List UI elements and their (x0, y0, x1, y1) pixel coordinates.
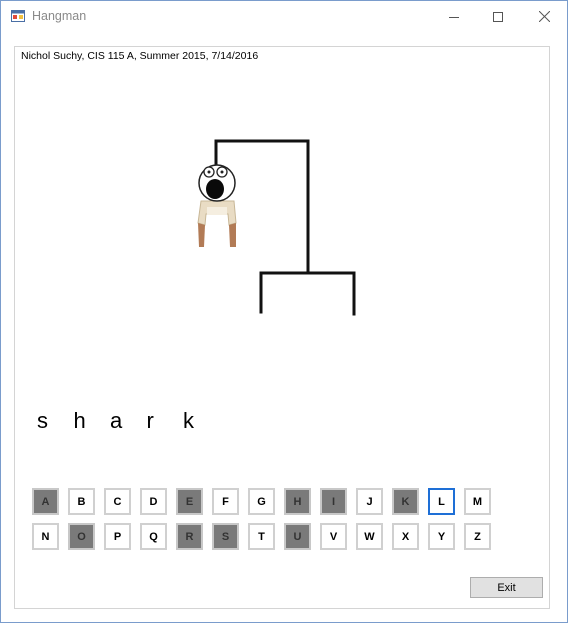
letter-button-i[interactable]: I (320, 488, 347, 515)
minimize-icon (449, 16, 459, 18)
letter-button-o[interactable]: O (68, 523, 95, 550)
title-bar[interactable]: Hangman (1, 1, 567, 32)
exit-button[interactable]: Exit (470, 577, 543, 598)
letter-button-p[interactable]: P (104, 523, 131, 550)
word-letter: h (73, 408, 86, 433)
close-button[interactable] (521, 1, 567, 32)
word-letter: s (37, 408, 48, 433)
letter-button-j[interactable]: J (356, 488, 383, 515)
word-letter: r (146, 408, 154, 433)
letter-button-s[interactable]: S (212, 523, 239, 550)
letter-button-c[interactable]: C (104, 488, 131, 515)
letter-button-u[interactable]: U (284, 523, 311, 550)
hangman-window: Hangman Nichol Suchy, CIS 115 A, Summer … (0, 0, 568, 623)
credit-label: Nichol Suchy, CIS 115 A, Summer 2015, 7/… (21, 50, 259, 62)
letter-button-l[interactable]: L (428, 488, 455, 515)
letter-button-z[interactable]: Z (464, 523, 491, 550)
letter-button-t[interactable]: T (248, 523, 275, 550)
letter-button-d[interactable]: D (140, 488, 167, 515)
letter-button-x[interactable]: X (392, 523, 419, 550)
letter-button-v[interactable]: V (320, 523, 347, 550)
maximize-button[interactable] (475, 1, 521, 32)
app-icon (11, 10, 25, 22)
close-icon (538, 11, 550, 22)
letter-button-w[interactable]: W (356, 523, 383, 550)
letter-button-b[interactable]: B (68, 488, 95, 515)
letter-button-k[interactable]: K (392, 488, 419, 515)
letter-button-q[interactable]: Q (140, 523, 167, 550)
letter-button-m[interactable]: M (464, 488, 491, 515)
maximize-icon (493, 11, 503, 22)
letter-button-r[interactable]: R (176, 523, 203, 550)
letter-button-e[interactable]: E (176, 488, 203, 515)
word-display: s h a r k (37, 408, 220, 434)
word-letter: a (110, 408, 123, 433)
word-letter: k (183, 408, 194, 433)
letter-button-f[interactable]: F (212, 488, 239, 515)
window-title: Hangman (32, 9, 87, 23)
letter-button-n[interactable]: N (32, 523, 59, 550)
letter-button-h[interactable]: H (284, 488, 311, 515)
letter-button-a[interactable]: A (32, 488, 59, 515)
letter-button-g[interactable]: G (248, 488, 275, 515)
letter-button-y[interactable]: Y (428, 523, 455, 550)
minimize-button[interactable] (431, 1, 477, 32)
